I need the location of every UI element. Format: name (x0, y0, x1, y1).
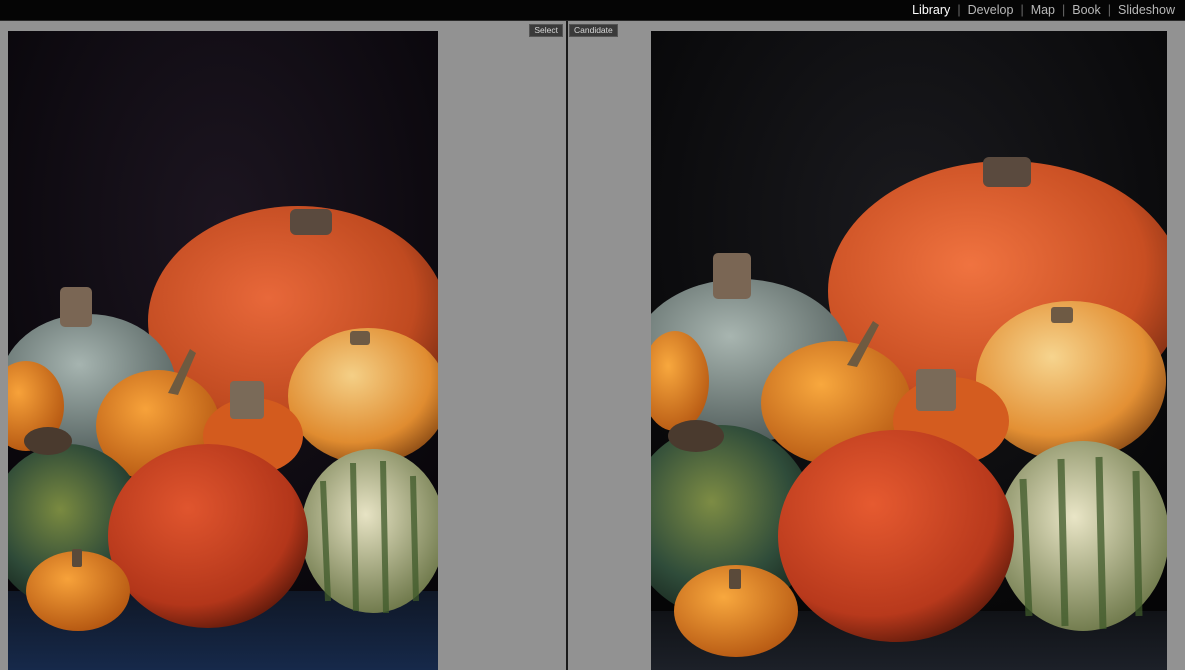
top-bar: Library | Develop | Map | Book | Slidesh… (0, 0, 1185, 21)
module-separator: | (1107, 3, 1112, 17)
compare-view: Select Candidate (0, 21, 1185, 670)
module-library[interactable]: Library (912, 3, 950, 17)
module-separator: | (1020, 3, 1024, 17)
select-photo[interactable] (8, 31, 438, 670)
module-picker: Library | Develop | Map | Book | Slidesh… (912, 0, 1175, 20)
candidate-label: Candidate (569, 24, 618, 37)
module-separator: | (957, 3, 961, 17)
module-book[interactable]: Book (1072, 3, 1101, 17)
select-label: Select (529, 24, 563, 37)
select-pane[interactable]: Select (0, 21, 566, 670)
module-develop[interactable]: Develop (968, 3, 1014, 17)
module-separator: | (1062, 3, 1066, 17)
candidate-pane[interactable]: Candidate (568, 21, 1185, 670)
module-slideshow[interactable]: Slideshow (1118, 3, 1175, 17)
candidate-photo[interactable] (651, 31, 1167, 670)
module-map[interactable]: Map (1031, 3, 1055, 17)
